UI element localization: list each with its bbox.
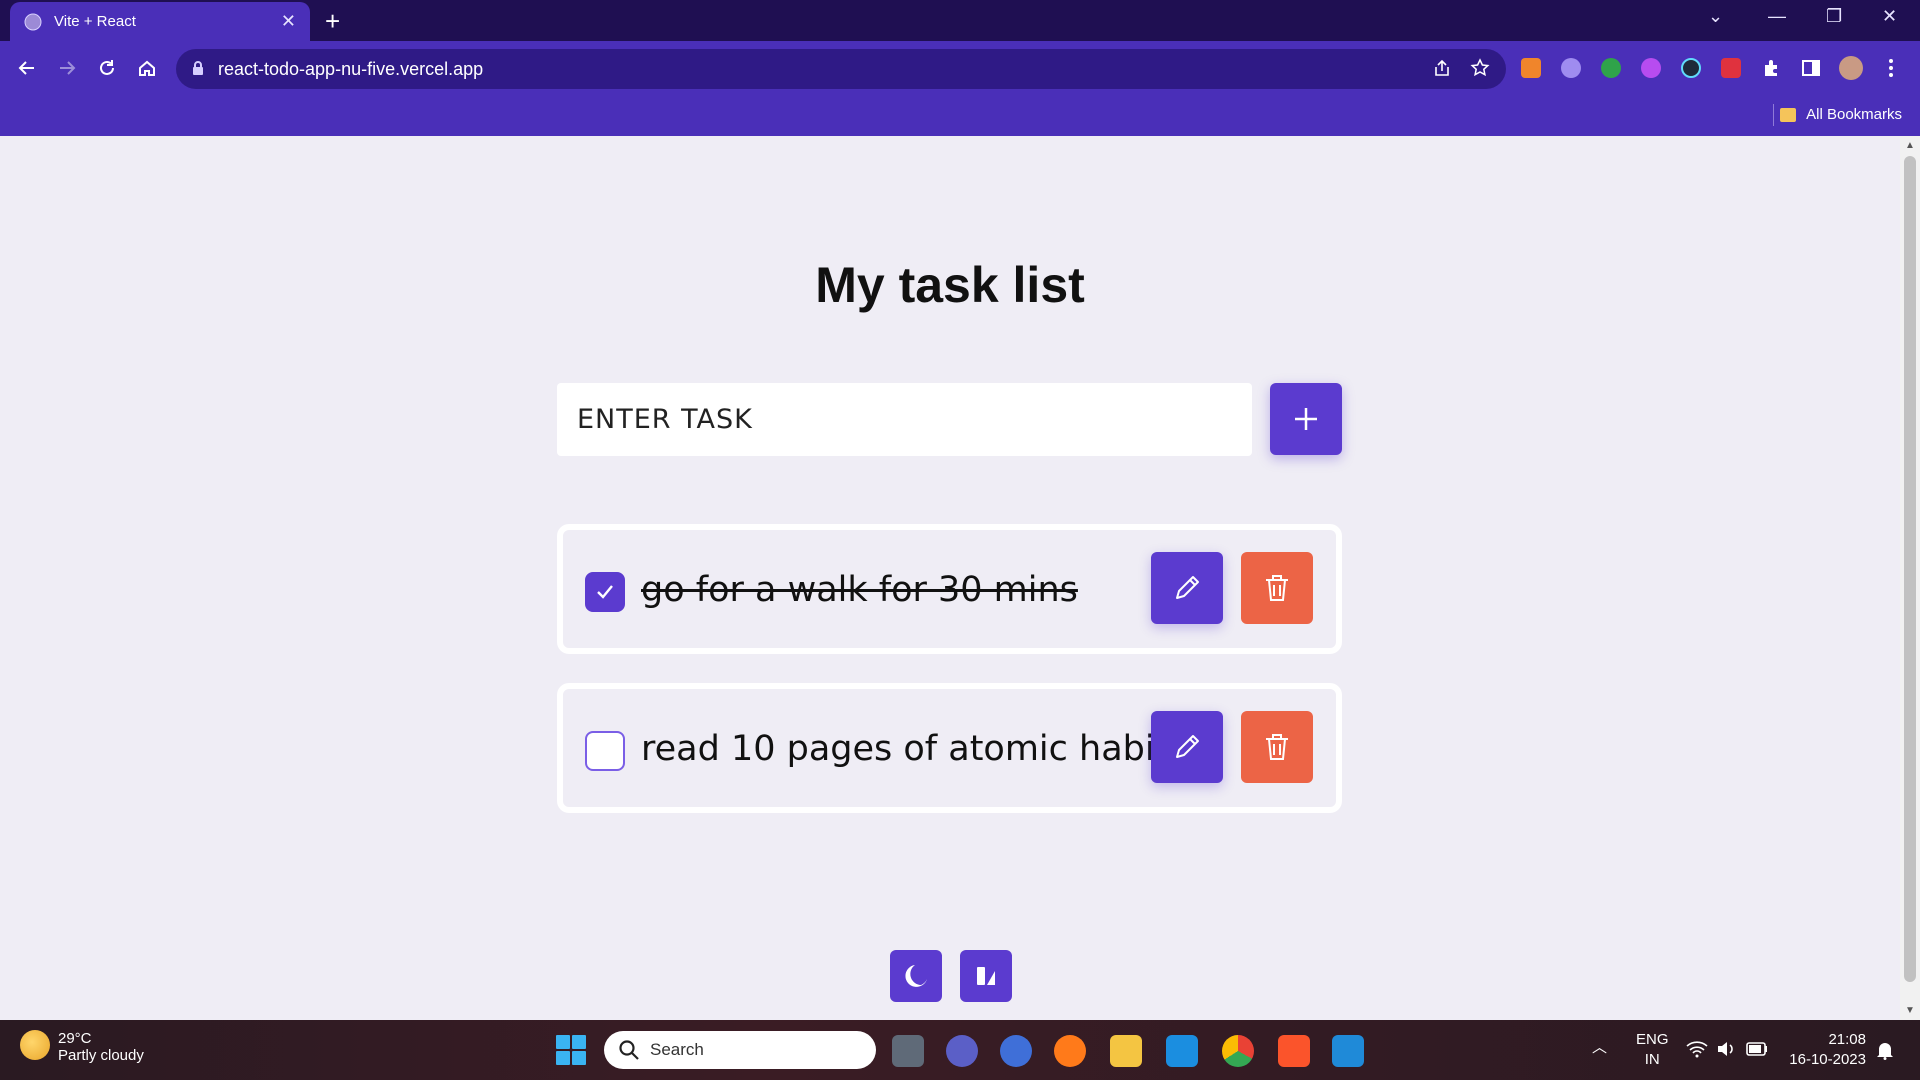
chrome-icon[interactable] [1222, 1035, 1254, 1067]
copilot-icon[interactable] [1000, 1035, 1032, 1067]
task-text: read 10 pages of atomic habits [641, 729, 1187, 769]
lock-icon [193, 61, 203, 75]
extension-lock-icon[interactable] [1718, 55, 1744, 81]
extension-cloud-icon[interactable] [1558, 55, 1584, 81]
trash-icon [1266, 575, 1288, 601]
scrollbar-thumb[interactable] [1904, 156, 1916, 982]
firefox-icon[interactable] [1054, 1035, 1086, 1067]
vscode-icon[interactable] [1332, 1035, 1364, 1067]
side-panel-icon[interactable] [1798, 55, 1824, 81]
profile-avatar[interactable] [1838, 55, 1864, 81]
partly-cloudy-icon [20, 1030, 50, 1060]
bookmarks-divider [1773, 104, 1774, 126]
language-code: ENG [1636, 1031, 1669, 1048]
brave-icon[interactable] [1278, 1035, 1310, 1067]
folder-icon [1780, 107, 1797, 122]
new-tab-icon[interactable]: + [325, 6, 340, 37]
browser-toolbar: react-todo-app-nu-five.vercel.app [0, 41, 1920, 96]
moon-icon [905, 965, 927, 987]
scroll-down-icon[interactable]: ▼ [1905, 1005, 1915, 1016]
task-text: go for a walk for 30 mins [641, 570, 1078, 610]
share-icon[interactable] [1432, 58, 1452, 78]
browser-tab[interactable]: Vite + React ✕ [10, 2, 310, 41]
plus-icon [1295, 408, 1317, 430]
weather-widget[interactable]: 29°C Partly cloudy [20, 1030, 144, 1064]
scroll-up-icon[interactable]: ▲ [1905, 140, 1915, 151]
tab-title: Vite + React [54, 13, 136, 30]
forward-icon[interactable] [52, 53, 82, 83]
minimize-icon[interactable]: — [1768, 6, 1786, 27]
task-checkbox[interactable] [585, 731, 625, 771]
file-explorer-icon[interactable] [1110, 1035, 1142, 1067]
reload-icon[interactable] [92, 53, 122, 83]
tab-search-icon[interactable]: ⌄ [1708, 6, 1723, 27]
bookmarks-bar: All Bookmarks [0, 96, 1920, 136]
delete-task-button[interactable] [1241, 552, 1313, 624]
restore-icon[interactable]: ❐ [1826, 6, 1842, 27]
task-card: read 10 pages of atomic habits [557, 683, 1342, 813]
mail-icon[interactable] [1166, 1035, 1198, 1067]
task-input[interactable] [557, 383, 1252, 456]
extension-tree-icon[interactable] [1598, 55, 1624, 81]
page-title: My task list [815, 257, 1085, 313]
input-language[interactable]: ENG IN [1636, 1030, 1669, 1070]
checkmark-icon [597, 585, 613, 599]
teams-chat-icon[interactable] [946, 1035, 978, 1067]
back-icon[interactable] [12, 53, 42, 83]
react-devtools-icon[interactable] [1678, 55, 1704, 81]
task-view-icon[interactable] [892, 1035, 924, 1067]
globe-icon [24, 13, 42, 30]
delete-task-button[interactable] [1241, 711, 1313, 783]
region-code: IN [1644, 1051, 1660, 1068]
taskbar-search[interactable]: Search [604, 1031, 876, 1069]
wifi-icon[interactable] [1686, 1040, 1708, 1058]
address-bar[interactable]: react-todo-app-nu-five.vercel.app [176, 49, 1506, 89]
all-bookmarks-label: All Bookmarks [1806, 106, 1902, 123]
edit-task-button[interactable] [1151, 711, 1223, 783]
tab-strip: Vite + React ✕ + ⌄ — ❐ ✕ [0, 0, 1920, 41]
pencil-icon [1176, 735, 1199, 758]
windows-taskbar: 29°C Partly cloudy Search ︿ ENG IN 21:08… [0, 1020, 1920, 1080]
battery-icon[interactable] [1746, 1042, 1768, 1056]
trash-icon [1266, 734, 1288, 760]
volume-icon[interactable] [1716, 1040, 1736, 1058]
clock-time: 21:08 [1828, 1031, 1866, 1048]
system-clock[interactable]: 21:08 16-10-2023 [1786, 1030, 1866, 1070]
home-icon[interactable] [132, 53, 162, 83]
clock-date: 16-10-2023 [1789, 1051, 1866, 1068]
browser-menu-icon[interactable] [1878, 55, 1904, 81]
close-window-icon[interactable]: ✕ [1882, 6, 1897, 27]
show-hidden-icons[interactable]: ︿ [1592, 1038, 1607, 1058]
dark-mode-button[interactable] [890, 950, 942, 1002]
metamask-icon[interactable] [1518, 55, 1544, 81]
theme-toggle-button[interactable] [960, 950, 1012, 1002]
edit-task-button[interactable] [1151, 552, 1223, 624]
search-icon [619, 1040, 639, 1060]
temperature: 29°C [58, 1030, 92, 1047]
search-label: Search [650, 1040, 704, 1059]
contrast-icon [977, 967, 995, 985]
all-bookmarks-button[interactable]: All Bookmarks [1780, 106, 1902, 123]
task-checkbox[interactable] [585, 572, 625, 612]
extensions-puzzle-icon[interactable] [1758, 55, 1784, 81]
extension-purple-icon[interactable] [1638, 55, 1664, 81]
pencil-icon [1176, 576, 1199, 599]
weather-condition: Partly cloudy [58, 1047, 144, 1064]
task-card: go for a walk for 30 mins [557, 524, 1342, 654]
start-button[interactable] [556, 1035, 586, 1065]
url-text: react-todo-app-nu-five.vercel.app [218, 58, 484, 79]
page-scrollbar[interactable]: ▲ ▼ [1900, 136, 1920, 1020]
close-tab-icon[interactable]: ✕ [281, 11, 296, 32]
todo-page: My task list go for a walk for 30 mins r… [0, 136, 1900, 1020]
add-task-button[interactable] [1270, 383, 1342, 455]
notification-bell-icon[interactable] [1876, 1040, 1894, 1060]
bookmark-star-icon[interactable] [1470, 58, 1490, 78]
